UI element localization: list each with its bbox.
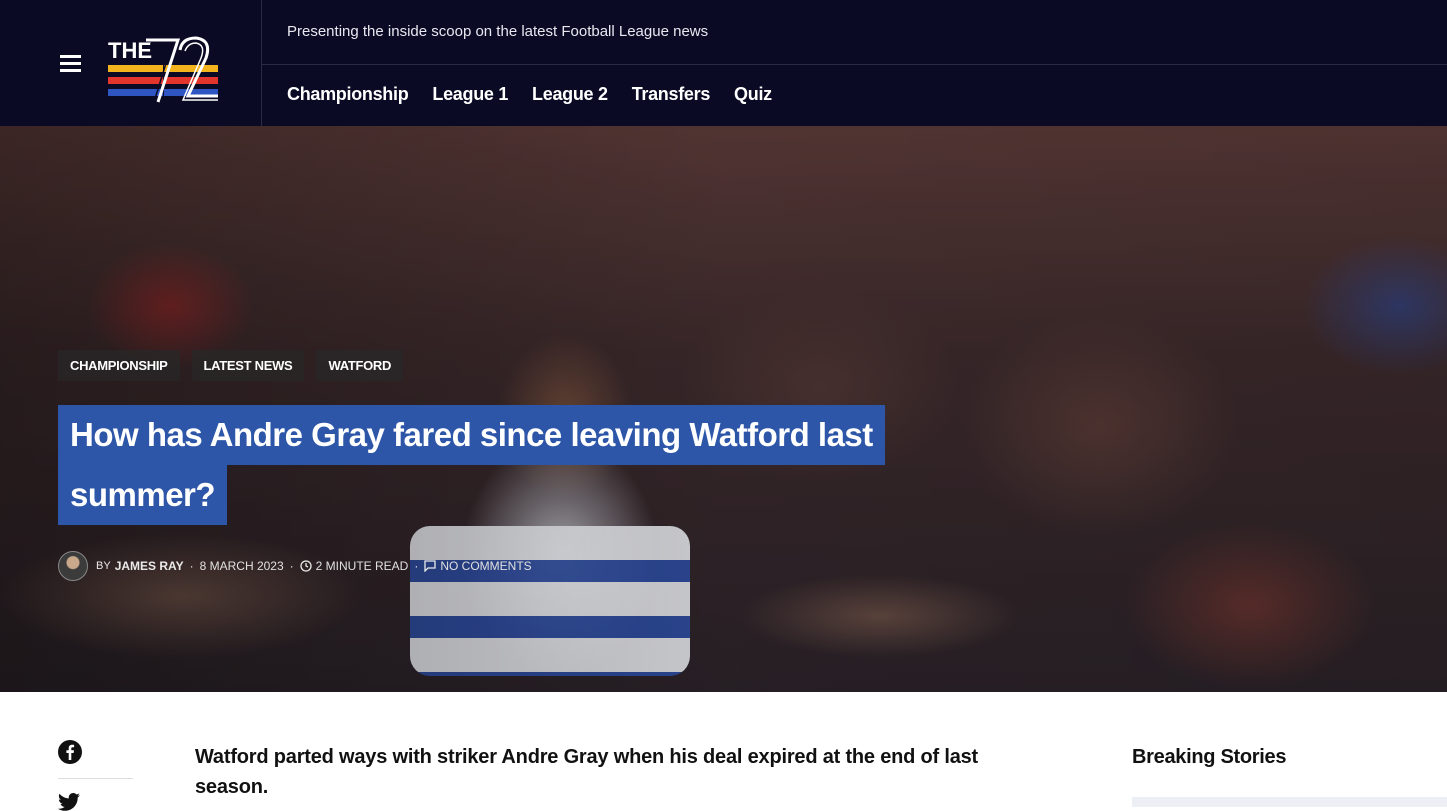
twitter-icon[interactable] [58,793,80,811]
breaking-stories-panel [1132,797,1447,807]
main-nav: Championship League 1 League 2 Transfers… [287,84,772,105]
the72-logo[interactable]: THE [108,36,218,104]
nav-league-1[interactable]: League 1 [432,84,508,105]
category-tags: CHAMPIONSHIP LATEST NEWS WATFORD [58,350,404,381]
hero-featured-image: CHAMPIONSHIP LATEST NEWS WATFORD How has… [0,126,1447,692]
nav-league-2[interactable]: League 2 [532,84,608,105]
meta-separator: · [414,559,419,573]
share-bar [58,740,133,811]
header-nav-area: Presenting the inside scoop on the lates… [262,0,1447,126]
menu-icon[interactable] [60,55,81,72]
comments-link[interactable]: NO COMMENTS [440,559,531,573]
article-headline: How has Andre Gray fared since leaving W… [58,405,968,525]
author-avatar[interactable] [58,551,88,581]
site-header: THE Presenting the inside scoop on the l… [0,0,1447,126]
share-divider [58,778,133,779]
headline-line-1: How has Andre Gray fared since leaving W… [58,405,885,465]
site-tagline: Presenting the inside scoop on the lates… [287,23,709,40]
headline-line-2: summer? [58,465,228,525]
nav-transfers[interactable]: Transfers [632,84,711,105]
publish-date: 8 MARCH 2023 [199,559,284,573]
author-name[interactable]: JAMES RAY [115,559,184,573]
read-time: 2 MINUTE READ [315,559,409,573]
tag-watford[interactable]: WATFORD [316,350,404,381]
clock-icon [300,560,312,572]
facebook-icon[interactable] [58,740,82,764]
header-brand-area: THE [0,0,262,126]
article-lead-paragraph: Watford parted ways with striker Andre G… [195,746,979,798]
header-divider [262,64,1447,65]
by-label: BY [96,560,111,572]
breaking-stories-heading: Breaking Stories [1132,746,1287,768]
tag-championship[interactable]: CHAMPIONSHIP [58,350,180,381]
meta-separator: · [289,559,294,573]
nav-quiz[interactable]: Quiz [734,84,772,105]
tag-latest-news[interactable]: LATEST NEWS [191,350,305,381]
comment-icon [424,560,436,572]
logo-text: THE [108,38,152,63]
meta-separator: · [189,559,194,573]
article-meta: BY JAMES RAY · 8 MARCH 2023 · 2 MINUTE R… [58,551,532,581]
nav-championship[interactable]: Championship [287,84,409,105]
